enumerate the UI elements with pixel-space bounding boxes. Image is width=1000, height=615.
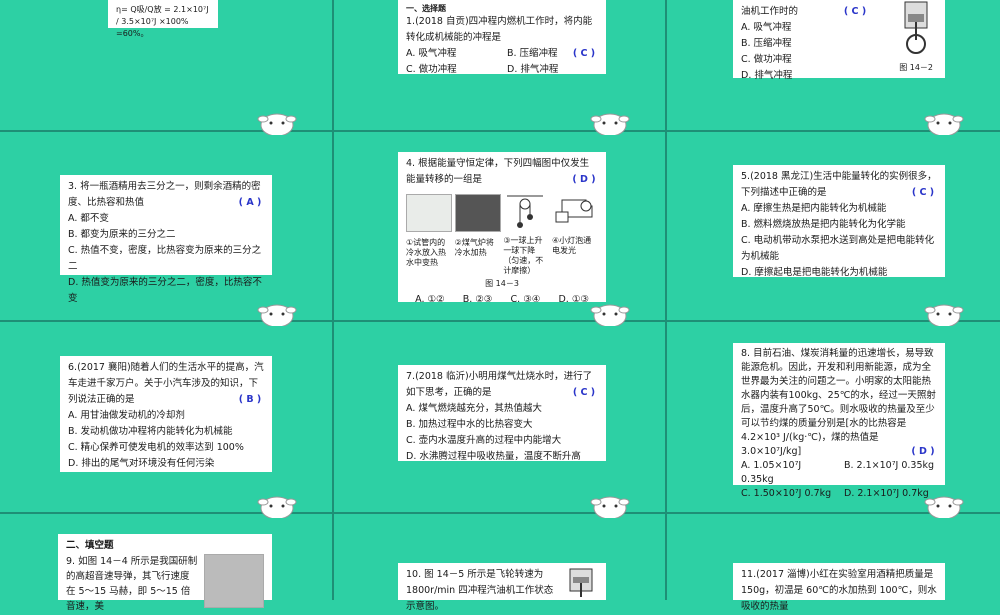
slide-5-card[interactable]: 4. 根据能量守恒定律，下列四幅图中仅发生能量转移的一组是 ( D ) ①试管内… — [398, 152, 606, 305]
answer-2: ( C ) — [843, 6, 867, 17]
slide-divider — [665, 0, 667, 600]
section-title: 一、选择题 — [406, 4, 446, 13]
option: D. ①③ — [558, 294, 589, 305]
option: B. 压缩冲程 — [507, 48, 558, 59]
slide-2-card[interactable]: 一、选择题 1.(2018 自贡)四冲程内燃机工作时，将内能转化成机械能的冲程是… — [398, 0, 606, 75]
sheep-icon — [924, 304, 964, 326]
answer-6: ( B ) — [238, 394, 262, 405]
sheep-icon — [257, 113, 297, 135]
option: A. 吸气冲程 — [406, 48, 457, 59]
question-1: 1.(2018 自贡)四冲程内燃机工作时，将内能转化成机械能的冲程是 — [406, 16, 593, 43]
slide-10-card[interactable]: 二、填空题 9. 如图 14－4 所示是我国研制的高超音速导弹，其飞行速度在 5… — [58, 534, 272, 612]
slide-divider — [332, 0, 334, 600]
sheep-icon — [590, 496, 630, 518]
option: A. ①② — [415, 294, 445, 305]
figure-caption: 图 14－3 — [485, 279, 519, 288]
sheep-icon — [924, 113, 964, 135]
option: B. ②③ — [462, 294, 493, 305]
option: B. 2.1×10⁷J 0.35kg — [844, 460, 935, 471]
option: C. ③④ — [510, 294, 541, 305]
test-tube-photo — [406, 194, 452, 232]
engine-diagram — [569, 568, 593, 597]
option: C. 热值不变，密度，比热容变为原来的三分之二 — [68, 245, 262, 272]
slide-divider — [0, 130, 1000, 132]
gas-stove-photo — [454, 194, 501, 232]
figure-label: ②煤气炉将冷水加热 — [454, 238, 494, 257]
option: A. 煤气燃烧越充分，其热值越大 — [406, 403, 542, 414]
section-title: 二、填空题 — [66, 540, 114, 551]
slide-4-card[interactable]: 3. 将一瓶酒精用去三分之一，则剩余酒精的密度、比热容和热值 ( A ) A. … — [60, 175, 272, 304]
option: D. 摩擦起电是把电能转化为机械能 — [741, 267, 888, 278]
option: C. 1.50×10⁷J 0.7kg — [741, 488, 832, 499]
option: C. 做功冲程 — [406, 64, 457, 75]
figure-label: ③一球上升一球下降（匀速，不计摩擦） — [503, 236, 544, 275]
circuit-diagram — [555, 199, 593, 223]
answer-8: ( D ) — [911, 446, 935, 457]
option: B. 燃料燃烧放热是把内能转化为化学能 — [741, 219, 906, 230]
slide-divider — [0, 512, 1000, 514]
question-11: 11.(2017 淄博)小红在实验室用酒精把质量是 150g，初温是 60℃的水… — [741, 569, 937, 612]
option: D. 2.1×10⁷J 0.7kg — [844, 488, 929, 499]
pulley-diagram — [507, 195, 544, 228]
sheep-icon — [257, 496, 297, 518]
option: A. 1.05×10⁷J 0.35kg — [741, 460, 802, 485]
slide-9-card[interactable]: 8. 目前石油、煤炭消耗量的迅速增长，易导致能源危机。因此，开发和利用新能源，成… — [733, 343, 945, 499]
answer-4: ( D ) — [572, 174, 596, 185]
option: B. 加热过程中水的比热容变大 — [406, 419, 533, 430]
slide-12-card[interactable]: 11.(2017 淄博)小红在实验室用酒精把质量是 150g，初温是 60℃的水… — [733, 563, 945, 612]
sheep-icon — [590, 113, 630, 135]
option: D. 热值变为原来的三分之二，密度，比热容不变 — [68, 277, 262, 304]
slide-3-card[interactable]: 油机工作时的 ( C ) A. 吸气冲程 B. 压缩冲程 C. 做功冲程 D. … — [733, 0, 945, 81]
answer-5: ( C ) — [911, 187, 935, 198]
option: A. 摩擦生热是把内能转化为机械能 — [741, 203, 887, 214]
option: B. 发动机做功冲程将内能转化为机械能 — [68, 426, 233, 437]
answer-7: ( C ) — [572, 387, 596, 398]
option: C. 壶内水温度升高的过程中内能增大 — [406, 435, 562, 446]
question-9: 9. 如图 14－4 所示是我国研制的高超音速导弹，其飞行速度在 5～15 马赫… — [66, 556, 198, 612]
option: A. 用甘油做发动机的冷却剂 — [68, 410, 185, 421]
slide-11-card[interactable]: 10. 图 14－5 所示是飞轮转速为 1800r/min 四冲程汽油机工作状态… — [398, 563, 606, 612]
figure-label: ④小灯泡通电发光 — [551, 236, 592, 255]
option: C. 精心保养可使发电机的效率达到 100% — [68, 442, 244, 453]
option: B. 都变为原来的三分之二 — [68, 229, 176, 240]
option: D. 排气冲程 — [507, 64, 559, 75]
option: D. 水沸腾过程中吸收热量，温度不断升高 — [406, 451, 581, 462]
slide-8-card[interactable]: 7.(2018 临沂)小明用煤气灶烧水时，进行了如下思考，正确的是 ( C ) … — [398, 365, 606, 462]
formula-line: η= Q吸/Q放 = 2.1×10⁷J / 3.5×10⁷J ×100% =60… — [116, 5, 209, 38]
question-8: 8. 目前石油、煤炭消耗量的迅速增长，易导致能源危机。因此，开发和利用新能源，成… — [741, 348, 936, 457]
engine-diagram — [904, 1, 928, 54]
question-2-stem: 油机工作时的 — [741, 6, 799, 17]
slide-1-card[interactable]: η= Q吸/Q放 = 2.1×10⁷J / 3.5×10⁷J ×100% =60… — [108, 0, 218, 38]
option: D. 排出的尾气对环境没有任何污染 — [68, 458, 215, 469]
figure-caption: 图 14－2 — [899, 63, 933, 72]
question-10: 10. 图 14－5 所示是飞轮转速为 1800r/min 四冲程汽油机工作状态… — [406, 569, 554, 612]
option: A. 都不变 — [68, 213, 109, 224]
option: C. 电动机带动水泵把水送到高处是把电能转化为机械能 — [741, 235, 935, 262]
slide-divider — [0, 320, 1000, 322]
figure-label: ①试管内的冷水放入热水中变热 — [406, 238, 446, 267]
slide-7-card[interactable]: 6.(2017 襄阳)随着人们的生活水平的提高，汽车走进千家万户。关于小汽车涉及… — [60, 356, 272, 472]
answer-3: ( A ) — [238, 197, 262, 208]
slide-6-card[interactable]: 5.(2018 黑龙江)生活中能量转化的实例很多，下列描述中正确的是 ( C )… — [733, 165, 945, 278]
